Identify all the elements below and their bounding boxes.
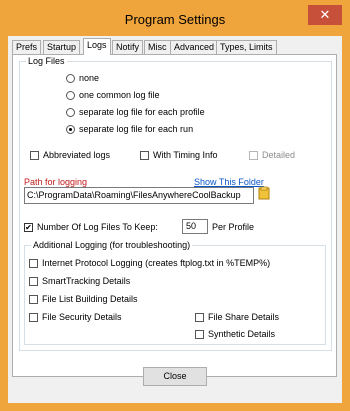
radio-none-label: none [79, 73, 100, 83]
file-security-label: File Security Details [42, 312, 122, 322]
tab-advanced[interactable]: Advanced [170, 40, 219, 54]
synthetic-checkbox[interactable]: Synthetic Details [195, 329, 275, 339]
tab-notify[interactable]: Notify [112, 40, 144, 54]
radio-none[interactable]: none [66, 73, 99, 83]
synthetic-label: Synthetic Details [208, 329, 276, 339]
timing-info-checkbox[interactable]: With Timing Info [140, 150, 218, 160]
program-settings-window: Program Settings ✕ Prefs Startup Logs No… [0, 0, 350, 411]
smarttracking-box[interactable] [29, 276, 38, 286]
abbreviated-logs-box[interactable] [30, 150, 39, 160]
radio-common-log-button[interactable] [66, 90, 75, 100]
file-share-box[interactable] [195, 312, 204, 322]
abbreviated-logs-checkbox[interactable]: Abbreviated logs [30, 150, 110, 160]
browse-folder-icon[interactable] [257, 186, 271, 204]
title-bar: Program Settings ✕ [0, 0, 350, 36]
tab-startup[interactable]: Startup [43, 40, 81, 54]
file-share-label: File Share Details [208, 312, 280, 322]
dialog-client: Prefs Startup Logs Notify Misc Advanced … [8, 36, 342, 403]
file-list-label: File List Building Details [42, 294, 138, 304]
detailed-box [249, 150, 258, 160]
keep-logs-box[interactable]: ✔ [24, 222, 33, 232]
radio-each-profile-button[interactable] [66, 107, 75, 117]
additional-logging-legend: Additional Logging (for troubleshooting) [31, 240, 193, 250]
synthetic-box[interactable] [195, 329, 204, 339]
logs-panel: Log Files none one common log file separ… [12, 54, 337, 377]
radio-each-run[interactable]: separate log file for each run [66, 124, 193, 134]
path-label: Path for logging [24, 177, 88, 187]
log-files-group: Log Files none one common log file separ… [19, 56, 332, 351]
file-security-checkbox[interactable]: File Security Details [29, 312, 122, 322]
additional-logging-group: Additional Logging (for troubleshooting)… [24, 240, 326, 345]
file-share-checkbox[interactable]: File Share Details [195, 312, 279, 322]
log-path-input[interactable]: C:\ProgramData\Roaming\FilesAnywhereCool… [24, 187, 254, 204]
tab-types-limits[interactable]: Types, Limits [216, 40, 277, 54]
ip-logging-checkbox[interactable]: Internet Protocol Logging (creates ftplo… [29, 258, 270, 268]
tab-prefs[interactable]: Prefs [12, 40, 42, 54]
radio-none-button[interactable] [66, 73, 75, 83]
log-files-legend: Log Files [26, 56, 67, 66]
radio-each-run-button[interactable] [66, 124, 75, 134]
radio-each-profile[interactable]: separate log file for each profile [66, 107, 205, 117]
tab-misc[interactable]: Misc [144, 40, 171, 54]
tab-logs[interactable]: Logs [83, 38, 111, 55]
show-folder-link[interactable]: Show This Folder [194, 177, 264, 187]
abbreviated-logs-label: Abbreviated logs [43, 150, 111, 160]
keep-logs-label: Number Of Log Files To Keep: [37, 222, 158, 232]
file-list-box[interactable] [29, 294, 38, 304]
close-button[interactable]: Close [143, 367, 207, 386]
radio-each-profile-label: separate log file for each profile [79, 107, 205, 117]
detailed-checkbox: Detailed [249, 150, 295, 160]
radio-common-log[interactable]: one common log file [66, 90, 160, 100]
keep-logs-checkbox[interactable]: ✔ Number Of Log Files To Keep: [24, 222, 158, 232]
per-profile-label: Per Profile [212, 222, 255, 232]
timing-info-label: With Timing Info [153, 150, 218, 160]
file-list-checkbox[interactable]: File List Building Details [29, 294, 138, 304]
timing-info-box[interactable] [140, 150, 149, 160]
file-security-box[interactable] [29, 312, 38, 322]
window-close-button[interactable]: ✕ [308, 5, 342, 25]
radio-each-run-label: separate log file for each run [79, 124, 194, 134]
radio-common-log-label: one common log file [79, 90, 160, 100]
folder-icon [258, 186, 270, 200]
window-title: Program Settings [124, 12, 226, 27]
keep-logs-count-input[interactable]: 50 [182, 219, 208, 234]
ip-logging-label: Internet Protocol Logging (creates ftplo… [42, 258, 271, 268]
detailed-label: Detailed [262, 150, 296, 160]
smarttracking-label: SmartTracking Details [42, 276, 131, 286]
ip-logging-box[interactable] [29, 258, 38, 268]
smarttracking-checkbox[interactable]: SmartTracking Details [29, 276, 130, 286]
